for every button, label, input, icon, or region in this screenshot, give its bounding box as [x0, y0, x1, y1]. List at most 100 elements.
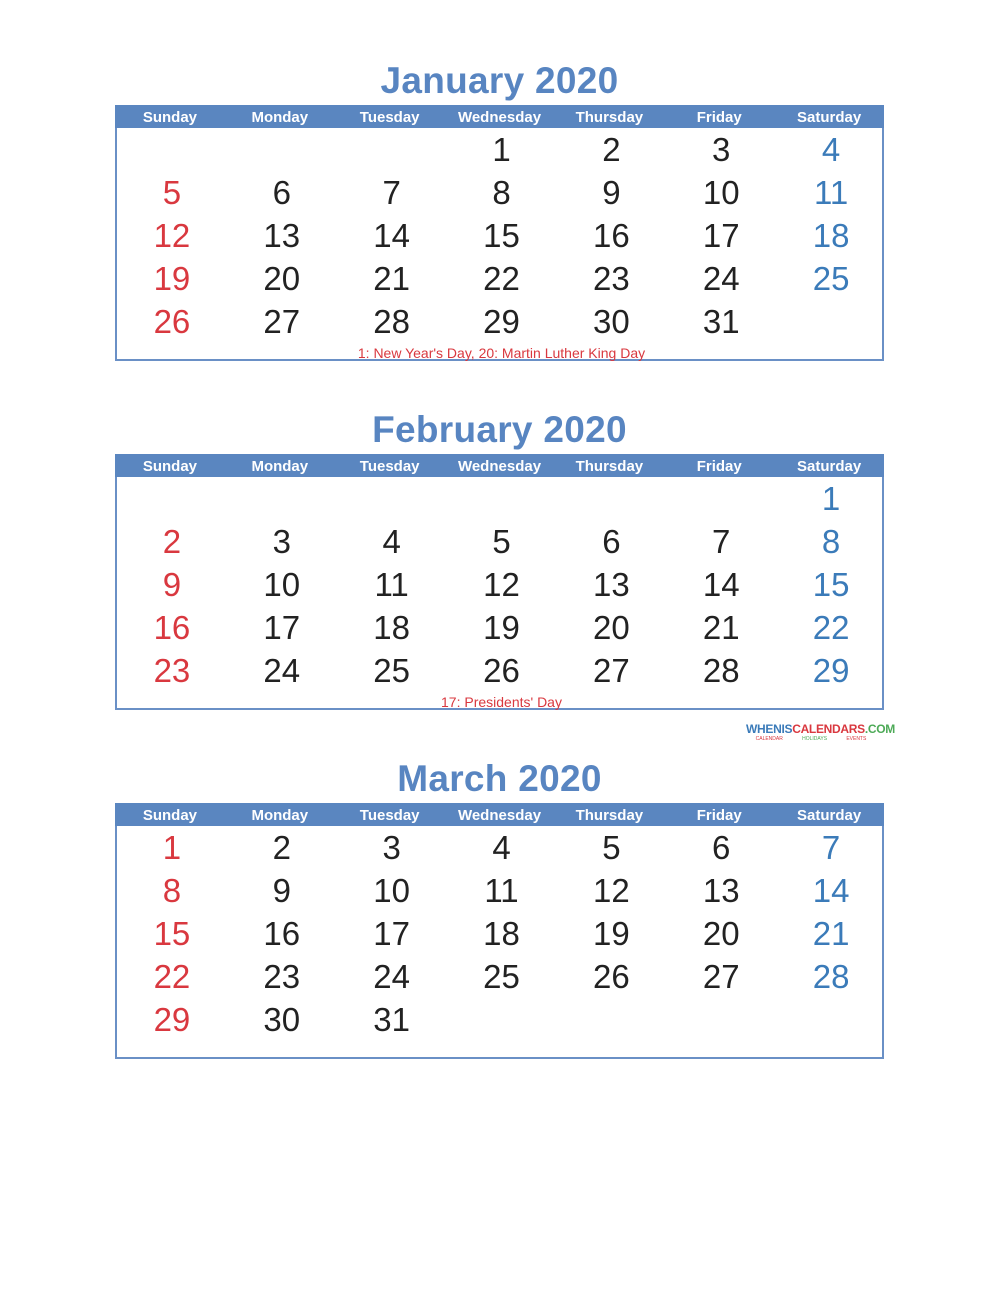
day-cell — [447, 998, 557, 1041]
day-cell: 7 — [712, 523, 731, 560]
day-cell: 29 — [483, 303, 520, 340]
weekday-header: Wednesday — [457, 458, 542, 475]
day-cell — [227, 477, 337, 520]
holiday-note: 1: New Year's Day, 20: Martin Luther Kin… — [357, 345, 646, 361]
day-cell: 15 — [483, 217, 520, 254]
weekday-header-bar: Sunday Monday Tuesday Wednesday Thursday Frid… — [115, 803, 884, 826]
week-row: 12 13 14 15 16 17 18 — [117, 214, 886, 257]
day-cell: 18 — [483, 915, 520, 952]
day-cell-sunday: 12 — [153, 217, 191, 254]
day-cell-sunday: 8 — [162, 872, 182, 909]
day-cell-sunday: 23 — [153, 652, 191, 689]
day-cell: 9 — [602, 174, 621, 211]
day-cell: 19 — [483, 609, 520, 646]
week-row: 9 10 11 12 13 14 15 — [117, 563, 886, 606]
weekday-header: Tuesday — [359, 807, 420, 824]
week-row: 15 16 17 18 19 20 21 — [117, 912, 886, 955]
weekday-header: Wednesday — [457, 109, 542, 126]
holiday-note: 17: Presidents' Day — [441, 694, 562, 710]
weekday-header: Sunday — [142, 109, 198, 126]
day-cell: 5 — [602, 829, 621, 866]
day-cell — [337, 128, 447, 171]
day-cell-sunday: 9 — [162, 566, 182, 603]
day-cell: 13 — [593, 566, 630, 603]
day-cell: 13 — [263, 217, 301, 254]
date-grid-rows: 1 2 3 4 5 6 7 8 9 10 11 12 13 14 15 16 17 18 19 20 21 22 23 24 2… — [117, 128, 886, 343]
day-cell-saturday: 4 — [821, 131, 841, 168]
date-grid-rows: 1 2 3 4 5 6 7 8 9 10 11 12 13 14 15 16 17 18 19 20 21 22 23 24 2… — [117, 826, 886, 1041]
weekday-header: Sunday — [142, 458, 198, 475]
week-row: 29 30 31 — [117, 998, 886, 1041]
day-cell: 3 — [382, 829, 401, 866]
day-cell: 6 — [272, 174, 291, 211]
day-cell: 30 — [263, 1001, 301, 1038]
day-cell: 23 — [263, 958, 301, 995]
day-cell: 19 — [593, 915, 630, 952]
date-grid: 1 2 3 4 5 6 7 8 9 10 11 12 13 14 15 16 17 18 19 20 21 22 23 24 2… — [115, 826, 884, 1059]
weekday-header: Monday — [251, 109, 309, 126]
day-cell: 22 — [483, 260, 520, 297]
week-row: 1 2 3 4 — [117, 128, 886, 171]
day-cell: 6 — [712, 829, 731, 866]
day-cell: 6 — [602, 523, 621, 560]
weekday-header: Saturday — [796, 109, 862, 126]
weekday-header: Friday — [696, 109, 742, 126]
day-cell: 20 — [263, 260, 301, 297]
day-cell: 7 — [382, 174, 401, 211]
weekday-header: Monday — [251, 807, 309, 824]
day-cell-saturday — [776, 998, 886, 1041]
day-cell-saturday: 29 — [812, 652, 850, 689]
brand-tag-calendar: CALENDAR — [755, 736, 783, 742]
day-cell: 3 — [272, 523, 291, 560]
day-cell: 20 — [593, 609, 630, 646]
brand-wordmark: WHENISCALENDARS.COM — [746, 722, 895, 736]
day-cell: 25 — [483, 958, 520, 995]
day-cell: 21 — [702, 609, 740, 646]
weekday-header: Saturday — [796, 807, 862, 824]
day-cell — [447, 477, 557, 520]
day-cell-sunday: 26 — [153, 303, 191, 340]
day-cell: 10 — [263, 566, 301, 603]
weekday-header: Sunday — [142, 807, 198, 824]
month-calendar: March 2020 Sunday Monday Tuesday Wednesday Th… — [115, 759, 884, 1059]
day-cell: 9 — [272, 872, 291, 909]
day-cell: 26 — [483, 652, 520, 689]
brand-part-com: .COM — [864, 722, 895, 736]
day-cell: 14 — [373, 217, 410, 254]
day-cell: 27 — [263, 303, 301, 340]
day-cell: 28 — [702, 652, 740, 689]
day-cell: 11 — [374, 566, 409, 603]
day-cell-saturday: 7 — [821, 829, 841, 866]
day-cell: 14 — [702, 566, 740, 603]
day-cell-saturday: 25 — [812, 260, 850, 297]
day-cell: 4 — [492, 829, 511, 866]
day-cell — [666, 477, 776, 520]
brand-part-whenis: WHENIS — [746, 722, 793, 736]
day-cell: 17 — [373, 915, 410, 952]
day-cell: 17 — [702, 217, 740, 254]
day-cell-sunday — [117, 128, 227, 171]
weekday-header: Wednesday — [457, 807, 542, 824]
day-cell: 2 — [602, 131, 621, 168]
date-grid-rows: 1 2 3 4 5 6 7 8 9 10 11 12 13 14 15 16 17 18 19 20 21 22 23 24 2… — [117, 477, 886, 692]
day-cell-sunday: 22 — [153, 958, 191, 995]
week-row: 19 20 21 22 23 24 25 — [117, 257, 886, 300]
brand-logo: WHENISCALENDARS.COM CALENDAR HOLIDAYS EV… — [746, 722, 895, 742]
week-row: 23 24 25 26 27 28 29 — [117, 649, 886, 692]
day-cell: 28 — [373, 303, 410, 340]
day-cell-sunday: 19 — [153, 260, 191, 297]
day-cell: 24 — [263, 652, 301, 689]
day-cell: 12 — [483, 566, 520, 603]
weekday-header: Thursday — [575, 109, 644, 126]
day-cell: 5 — [492, 523, 511, 560]
day-cell: 1 — [492, 131, 511, 168]
day-cell: 4 — [382, 523, 401, 560]
day-cell: 24 — [373, 958, 410, 995]
month-title: March 2020 — [397, 758, 602, 799]
day-cell: 10 — [373, 872, 410, 909]
weekday-header: Tuesday — [359, 109, 420, 126]
weekday-header: Thursday — [575, 807, 644, 824]
day-cell-sunday: 16 — [153, 609, 191, 646]
day-cell: 13 — [702, 872, 740, 909]
day-cell-saturday: 1 — [821, 480, 841, 517]
